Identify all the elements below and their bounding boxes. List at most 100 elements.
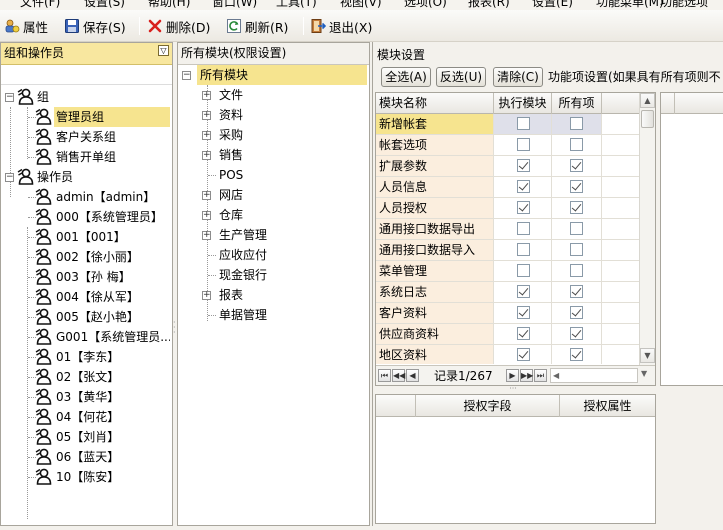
table-row[interactable]: 人员信息 [376,177,639,198]
column-header-auth-field[interactable]: 授权字段 [416,395,560,417]
tree-node-module[interactable]: 单据管理 [219,305,267,325]
menu-item[interactable]: 报表(R) [468,0,510,10]
filter-dropdown-icon[interactable]: ▽ [158,45,169,56]
all-items-checkbox[interactable] [570,306,583,319]
table-row[interactable]: 地区资料 [376,345,639,364]
table-row[interactable]: 人员授权 [376,198,639,219]
all-items-checkbox[interactable] [570,138,583,151]
splitter-handle[interactable]: ··· [173,319,176,340]
filter-input[interactable] [1,65,172,85]
table-row[interactable]: 客户资料 [376,303,639,324]
scroll-thumb[interactable] [641,110,654,128]
expand-toggle-icon[interactable]: + [202,291,211,300]
save-button[interactable]: 保存(S) [64,16,126,36]
table-row[interactable]: 供应商资料 [376,324,639,345]
menu-item[interactable]: 功能选项 [660,0,708,10]
last-record-icon[interactable]: ⏭ [534,369,547,382]
grid-vertical-scrollbar[interactable]: ▲ ▼ [639,93,655,365]
tree-node-module[interactable]: 应收应付 [219,245,267,265]
tree-node-operator[interactable]: 04【何花】 [56,407,170,427]
table-row[interactable]: 系统日志 [376,282,639,303]
execute-checkbox[interactable] [517,159,530,172]
tree-node-operator[interactable]: 10【陈安】 [56,467,170,487]
tree-node-operators[interactable]: 操作员 [37,167,73,187]
tree-node-module[interactable]: POS [219,165,243,185]
expand-toggle-icon[interactable]: + [202,231,211,240]
tree-node-module[interactable]: 销售 [219,145,243,165]
tree-node-operator[interactable]: G001【系统管理员... [56,327,170,347]
execute-checkbox[interactable] [517,201,530,214]
expand-toggle-icon[interactable]: + [202,191,211,200]
tree-node-operator[interactable]: 03【黄华】 [56,387,170,407]
execute-checkbox[interactable] [517,327,530,340]
tree-node-module[interactable]: 采购 [219,125,243,145]
tree-node-groups[interactable]: 组 [37,87,49,107]
execute-checkbox[interactable] [517,348,530,361]
expand-toggle-icon[interactable]: + [202,91,211,100]
delete-button[interactable]: 删除(D) [147,16,210,36]
tree-node-operator[interactable]: 004【徐从军】 [56,287,170,307]
scroll-down-arrow-icon[interactable]: ▼ [640,348,655,363]
refresh-button[interactable]: 刷新(R) [226,16,288,36]
column-header-all-items[interactable]: 所有项 [552,93,602,114]
table-row[interactable]: 扩展参数 [376,156,639,177]
tree-node-module[interactable]: 资料 [219,105,243,125]
scroll-left-arrow-icon[interactable]: ◀ [553,369,559,382]
tree-node-operator[interactable]: 001【001】 [56,227,170,247]
tree-node-group[interactable]: 管理员组 [54,107,170,127]
tree-node-operator[interactable]: 02【张文】 [56,367,170,387]
next-page-icon[interactable]: ▶▶ [520,369,533,382]
execute-checkbox[interactable] [517,243,530,256]
table-row[interactable]: 菜单管理 [376,261,639,282]
expand-toggle-icon[interactable]: + [202,111,211,120]
tree-node-operator[interactable]: 01【李东】 [56,347,170,367]
tree-node-operator[interactable]: 002【徐小丽】 [56,247,170,267]
menu-item[interactable]: 窗口(W) [212,0,257,10]
table-row[interactable]: 通用接口数据导入 [376,240,639,261]
all-items-checkbox[interactable] [570,327,583,340]
tree-node-module[interactable]: 现金银行 [219,265,267,285]
collapse-toggle-icon[interactable]: − [5,173,14,182]
exit-button[interactable]: 退出(X) [310,16,372,36]
tree-node-operator[interactable]: admin【admin】 [56,187,170,207]
menu-item[interactable]: 视图(V) [340,0,382,10]
table-row[interactable]: 通用接口数据导出 [376,219,639,240]
all-items-checkbox[interactable] [570,264,583,277]
menu-item[interactable]: 文件(F) [20,0,60,10]
tree-node-operator[interactable]: 005【赵小艳】 [56,307,170,327]
execute-checkbox[interactable] [517,138,530,151]
column-header-module-name[interactable]: 模块名称 [376,93,494,114]
all-items-checkbox[interactable] [570,243,583,256]
invert-selection-button[interactable]: 反选(U) [436,67,486,87]
expand-toggle-icon[interactable]: + [202,211,211,220]
all-items-checkbox[interactable] [570,117,583,130]
execute-checkbox[interactable] [517,222,530,235]
tree-node-operator[interactable]: 05【刘肖】 [56,427,170,447]
all-items-checkbox[interactable] [570,222,583,235]
all-items-checkbox[interactable] [570,348,583,361]
scroll-up-arrow-icon[interactable]: ▲ [640,93,655,108]
execute-checkbox[interactable] [517,306,530,319]
menu-item[interactable]: 设置(E) [532,0,573,10]
table-row[interactable]: 新增帐套 [376,114,639,135]
tree-node-module[interactable]: 网店 [219,185,243,205]
all-items-checkbox[interactable] [570,159,583,172]
menu-item[interactable]: 设置(S) [84,0,125,10]
tree-node-all-modules[interactable]: 所有模块 [197,65,367,85]
tree-node-operator[interactable]: 06【蓝天】 [56,447,170,467]
collapse-toggle-icon[interactable]: − [182,71,191,80]
tree-node-module[interactable]: 报表 [219,285,243,305]
properties-button[interactable]: 属性 [4,16,48,36]
tree-node-module[interactable]: 仓库 [219,205,243,225]
select-all-button[interactable]: 全选(A) [381,67,431,87]
execute-checkbox[interactable] [517,285,530,298]
prev-page-icon[interactable]: ◀◀ [392,369,405,382]
menu-item[interactable]: 帮助(H) [148,0,190,10]
all-items-checkbox[interactable] [570,285,583,298]
execute-checkbox[interactable] [517,264,530,277]
tree-node-operator[interactable]: 000【系统管理员】 [56,207,170,227]
next-record-icon[interactable]: ▶ [506,369,519,382]
first-record-icon[interactable]: ⏮ [378,369,391,382]
tree-node-group[interactable]: 客户关系组 [54,127,116,147]
all-items-checkbox[interactable] [570,180,583,193]
